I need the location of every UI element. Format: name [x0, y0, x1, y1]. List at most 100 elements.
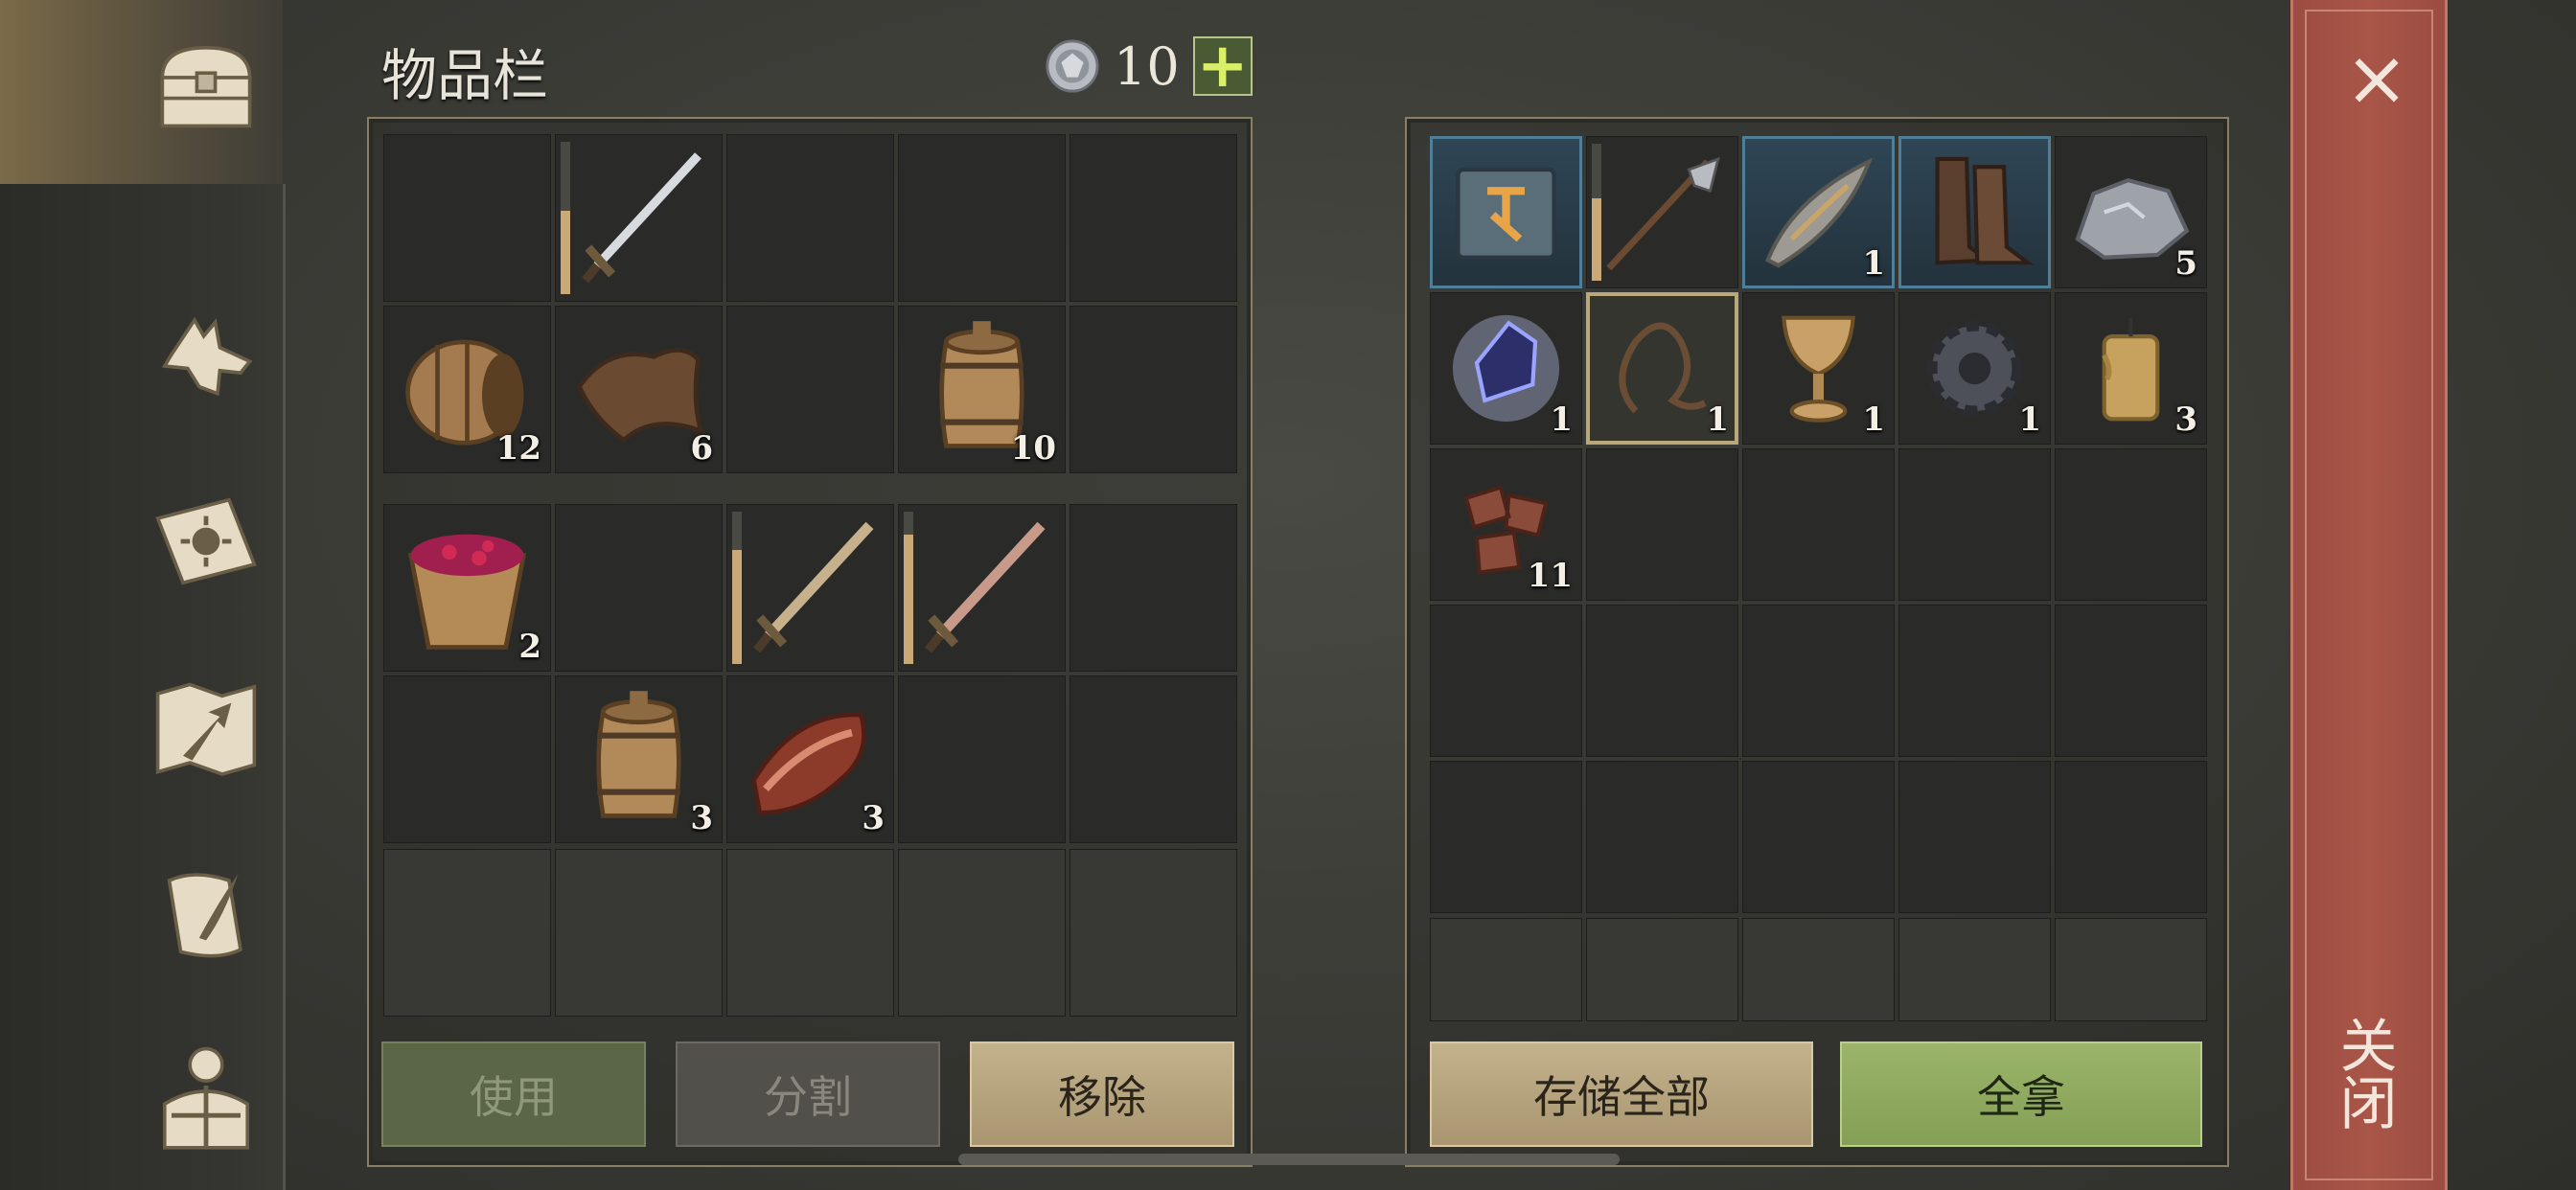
inventory-slot[interactable]: 3 — [726, 675, 894, 843]
inventory-locked-slot[interactable] — [898, 849, 1066, 1017]
boots-icon — [1908, 146, 2041, 279]
container-slot[interactable]: 1 — [1430, 292, 1582, 445]
container-slot[interactable] — [1898, 448, 2051, 601]
inventory-slot[interactable] — [898, 504, 1066, 672]
item-quantity: 1 — [2018, 400, 2041, 439]
inventory-slot[interactable] — [726, 504, 894, 672]
container-grid: 1 5 1 1 1 1 3 11 — [1430, 136, 2207, 913]
container-slot[interactable] — [1742, 448, 1895, 601]
item-quantity: 11 — [1527, 557, 1573, 595]
character-gear-icon[interactable] — [144, 1035, 268, 1159]
container-locked-slot[interactable] — [2055, 918, 2207, 1021]
inventory-locked-slot[interactable] — [1070, 849, 1237, 1017]
durability-bar — [561, 142, 570, 294]
inventory-slot[interactable]: 2 — [383, 504, 551, 672]
inventory-locked-slot[interactable] — [555, 849, 723, 1017]
container-locked-slot[interactable] — [1430, 918, 1582, 1021]
container-slot[interactable] — [1586, 448, 1738, 601]
inventory-grid-locked — [383, 849, 1237, 1017]
inventory-slot[interactable] — [1070, 306, 1237, 473]
home-indicator — [958, 1154, 1620, 1165]
container-slot[interactable] — [1430, 605, 1582, 757]
inventory-slot[interactable] — [726, 306, 894, 473]
container-slot[interactable] — [2055, 605, 2207, 757]
item-quantity: 10 — [1010, 429, 1056, 468]
item-quantity: 6 — [690, 429, 713, 468]
item-quantity: 12 — [495, 429, 541, 468]
durability-bar — [1592, 144, 1601, 281]
inventory-slot[interactable] — [898, 675, 1066, 843]
container-slot[interactable]: 1 — [1586, 292, 1738, 445]
container-locked-slot[interactable] — [1898, 918, 2051, 1021]
use-button[interactable]: 使用 — [381, 1041, 646, 1147]
container-slot[interactable]: 3 — [2055, 292, 2207, 445]
copper-sword-icon — [908, 514, 1056, 662]
container-slot[interactable] — [1586, 761, 1738, 913]
item-quantity: 1 — [1862, 400, 1885, 439]
container-slot[interactable] — [2055, 448, 2207, 601]
map-icon[interactable] — [144, 666, 268, 790]
container-slot[interactable] — [1898, 605, 2051, 757]
container-slot[interactable] — [1898, 136, 2051, 288]
container-grid-locked — [1430, 918, 2207, 1021]
chest-icon[interactable] — [144, 27, 268, 151]
close-icon[interactable]: × — [2338, 40, 2415, 117]
inventory-slot[interactable] — [383, 134, 551, 302]
item-quantity: 3 — [862, 799, 885, 837]
container-slot[interactable] — [1742, 605, 1895, 757]
split-button[interactable]: 分割 — [676, 1041, 940, 1147]
container-slot[interactable] — [1586, 605, 1738, 757]
close-label[interactable]: 关闭 — [2330, 1016, 2405, 1131]
add-currency-button[interactable]: + — [1192, 35, 1253, 97]
inventory-slot[interactable] — [1070, 675, 1237, 843]
inventory-slot[interactable]: 6 — [555, 306, 723, 473]
inventory-locked-slot[interactable] — [726, 849, 894, 1017]
bronze-sword-icon — [736, 514, 885, 662]
item-quantity: 2 — [518, 628, 541, 666]
container-slot[interactable]: 5 — [2055, 136, 2207, 288]
item-quantity: 5 — [2174, 244, 2197, 283]
container-slot[interactable]: 11 — [1430, 448, 1582, 601]
close-bar[interactable] — [2290, 0, 2448, 1190]
container-slot[interactable]: 1 — [1742, 292, 1895, 445]
durability-bar — [904, 512, 913, 664]
inventory-slot[interactable]: 3 — [555, 675, 723, 843]
halberd-icon — [1596, 146, 1729, 279]
container-slot[interactable] — [1742, 761, 1895, 913]
item-quantity: 3 — [690, 799, 713, 837]
store-all-button[interactable]: 存储全部 — [1430, 1041, 1813, 1147]
inventory-slot[interactable] — [1070, 504, 1237, 672]
remove-button[interactable]: 移除 — [970, 1041, 1234, 1147]
inventory-slot[interactable]: 10 — [898, 306, 1066, 473]
item-quantity: 1 — [1550, 400, 1573, 439]
scroll-quill-icon[interactable] — [144, 853, 268, 977]
container-slot[interactable]: 1 — [1742, 136, 1895, 288]
page-title: 物品栏 — [381, 43, 549, 108]
inventory-slot[interactable]: 12 — [383, 306, 551, 473]
item-quantity: 3 — [2174, 400, 2197, 439]
skill-book-icon[interactable] — [144, 479, 268, 604]
wolf-icon[interactable] — [144, 292, 268, 417]
item-quantity: 1 — [1706, 400, 1729, 439]
inventory-slot[interactable] — [898, 134, 1066, 302]
container-slot[interactable]: 1 — [1898, 292, 2051, 445]
inventory-slot[interactable] — [726, 134, 894, 302]
inventory-slot[interactable] — [555, 134, 723, 302]
container-slot[interactable] — [1430, 761, 1582, 913]
container-slot[interactable] — [2055, 761, 2207, 913]
inventory-slot[interactable] — [555, 504, 723, 672]
gem-coin-icon — [1046, 39, 1099, 93]
inventory-slot[interactable] — [383, 675, 551, 843]
container-locked-slot[interactable] — [1586, 918, 1738, 1021]
inventory-slot[interactable] — [1070, 134, 1237, 302]
container-slot[interactable] — [1586, 136, 1738, 288]
inventory-grid-top: 12 6 10 — [383, 134, 1237, 473]
inventory-locked-slot[interactable] — [383, 849, 551, 1017]
currency-value: 10 — [1114, 35, 1180, 97]
inventory-grid-bottom: 2 3 3 — [383, 504, 1237, 843]
container-locked-slot[interactable] — [1742, 918, 1895, 1021]
container-slot[interactable] — [1430, 136, 1582, 288]
take-all-button[interactable]: 全拿 — [1840, 1041, 2202, 1147]
container-slot[interactable] — [1898, 761, 2051, 913]
item-quantity: 1 — [1862, 244, 1885, 283]
